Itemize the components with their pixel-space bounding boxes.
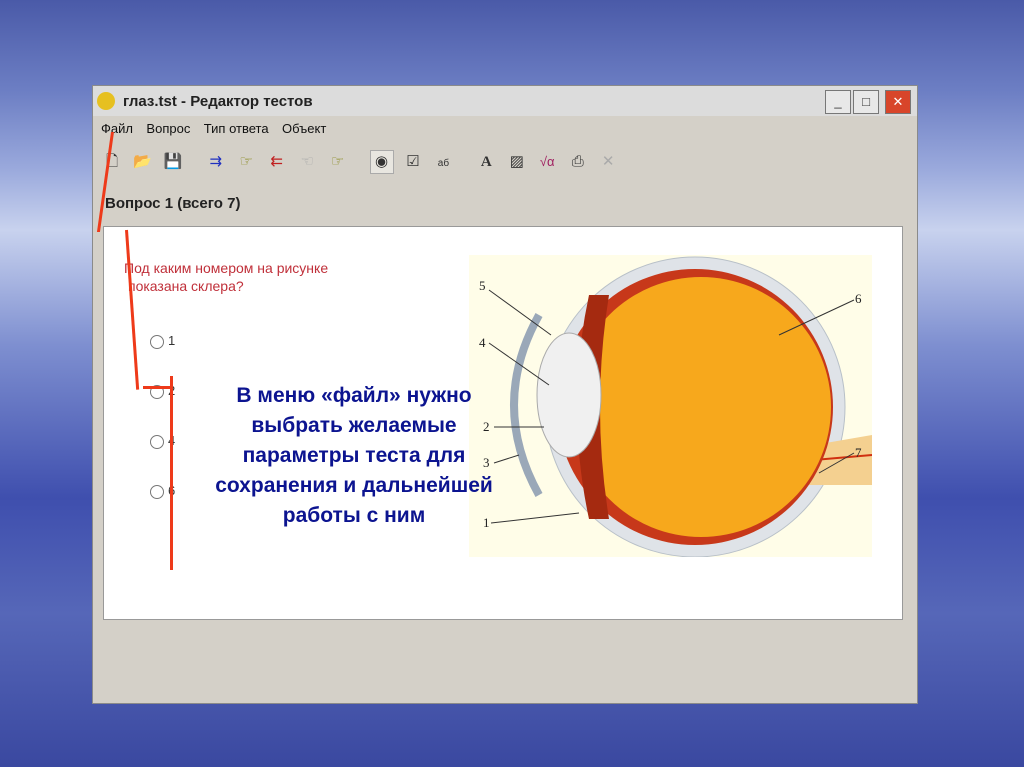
figure-label-4: 4 — [479, 335, 486, 350]
question-text: Под каким номером на рисунке показана ск… — [124, 259, 328, 295]
lens-shape — [536, 332, 602, 458]
menu-answer-type[interactable]: Тип ответа — [204, 118, 269, 140]
text-icon[interactable]: A — [475, 151, 497, 173]
multiple-choice-icon[interactable]: ☑ — [402, 151, 424, 173]
window-title: глаз.tst - Редактор тестов — [123, 93, 313, 110]
single-choice-icon[interactable]: ◉ — [369, 150, 394, 174]
text-answer-icon[interactable]: аб — [432, 153, 454, 175]
menu-question[interactable]: Вопрос — [146, 118, 190, 140]
next-icon[interactable]: ☞ — [327, 151, 349, 173]
goto-question-icon[interactable]: ☞ — [235, 151, 257, 173]
annotation-line — [143, 386, 173, 389]
radio-button[interactable] — [150, 484, 164, 499]
slide-annotation-text: В меню «файл» нужно выбрать желаемые пар… — [215, 384, 493, 527]
add-question-icon[interactable]: ⇉ — [205, 151, 227, 173]
toolbar: 🗋 📂 💾 ⇉ ☞ ⇇ ☜ ☞ ◉ ☑ аб A ▨ √α ⎙ ✕ — [99, 148, 621, 178]
app-icon — [97, 92, 115, 110]
menu-bar: Файл Вопрос Тип ответа Объект — [93, 118, 917, 140]
menu-object[interactable]: Объект — [282, 118, 326, 140]
image-icon[interactable]: ▨ — [506, 151, 528, 173]
title-bar: глаз.tst - Редактор тестов _ □ ✕ — [93, 86, 917, 116]
figure-label-7: 7 — [855, 445, 862, 460]
option-1[interactable]: 1 — [150, 333, 175, 349]
delete-icon[interactable]: ✕ — [597, 151, 619, 173]
menu-file[interactable]: Файл — [101, 118, 133, 140]
remove-question-icon[interactable]: ⇇ — [266, 151, 288, 173]
save-icon[interactable]: 💾 — [162, 151, 184, 173]
vitreous-shape — [571, 277, 831, 537]
minimize-button[interactable]: _ — [825, 90, 851, 114]
radio-button[interactable] — [150, 434, 164, 449]
formula-icon[interactable]: √α — [536, 151, 558, 173]
figure-label-6: 6 — [855, 291, 862, 306]
question-line-1: Под каким номером на рисунке — [124, 260, 329, 276]
question-heading: Вопрос 1 (всего 7) — [105, 195, 241, 212]
open-folder-icon[interactable]: 📂 — [131, 151, 153, 173]
eye-diagram: 1 2 3 4 5 6 7 — [469, 255, 873, 558]
annotation-line — [170, 376, 173, 570]
maximize-button[interactable]: □ — [853, 90, 879, 114]
question-line-2: показана склера? — [128, 278, 244, 294]
close-button[interactable]: ✕ — [885, 90, 911, 114]
figure-label-5: 5 — [479, 278, 486, 293]
radio-button[interactable] — [150, 334, 164, 349]
new-file-icon[interactable]: 🗋 — [101, 151, 123, 173]
cornea-shape — [510, 313, 543, 497]
option-label: 1 — [168, 333, 176, 348]
object-icon[interactable]: ⎙ — [567, 151, 589, 173]
previous-icon[interactable]: ☜ — [296, 151, 318, 173]
